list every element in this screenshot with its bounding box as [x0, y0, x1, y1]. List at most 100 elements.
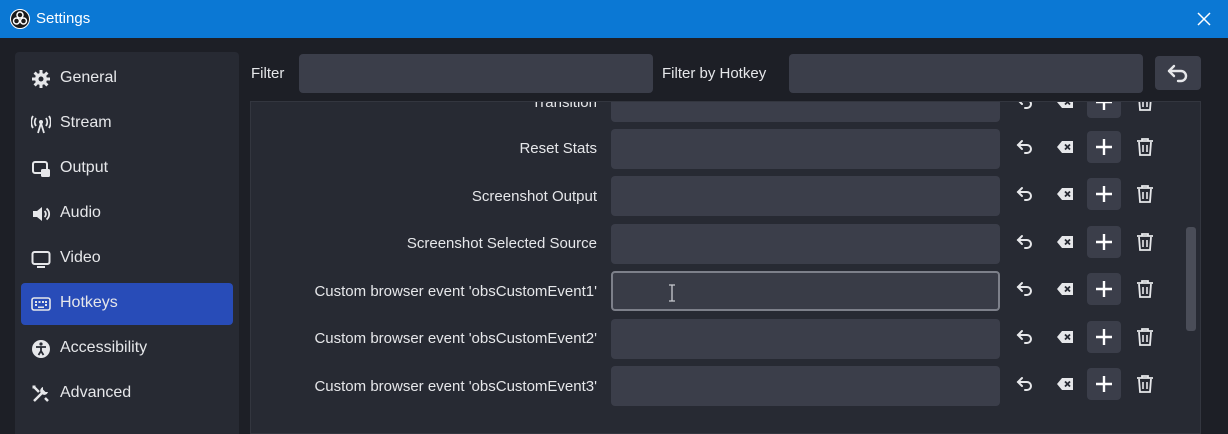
sidebar-item-label: Output: [60, 159, 109, 176]
plus-icon: [1096, 281, 1112, 297]
sidebar-item-label: Audio: [60, 204, 101, 221]
undo-icon: [1016, 235, 1032, 249]
sidebar-item-label: Stream: [60, 114, 112, 131]
plus-icon: [1096, 102, 1112, 110]
trash-icon: [1137, 138, 1153, 156]
revert-button[interactable]: [1008, 102, 1042, 118]
sidebar-item-advanced[interactable]: Advanced: [21, 373, 233, 415]
sidebar-item-stream[interactable]: Stream: [21, 103, 233, 145]
add-button[interactable]: [1087, 102, 1121, 118]
settings-sidebar: General Stream Output Audio Video Hotkey…: [15, 52, 239, 434]
clear-button[interactable]: [1048, 273, 1082, 305]
delete-button[interactable]: [1128, 368, 1162, 400]
antenna-icon: [31, 115, 51, 134]
add-button[interactable]: [1087, 321, 1121, 353]
text-cursor-icon: [669, 284, 675, 302]
filter-by-hotkey-input[interactable]: [789, 54, 1143, 93]
sidebar-item-general[interactable]: General: [21, 58, 233, 100]
sidebar-item-label: Video: [60, 249, 101, 266]
backspace-icon: [1057, 283, 1073, 295]
sidebar-item-label: Accessibility: [60, 339, 148, 356]
clear-button[interactable]: [1048, 131, 1082, 163]
delete-button[interactable]: [1128, 131, 1162, 163]
gear-icon: [32, 70, 50, 88]
backspace-icon: [1057, 102, 1073, 108]
trash-icon: [1137, 375, 1153, 393]
trash-icon: [1137, 185, 1153, 203]
monitor-icon: [31, 251, 51, 268]
filter-input[interactable]: [299, 54, 653, 93]
backspace-icon: [1057, 331, 1073, 343]
trash-icon: [1137, 233, 1153, 251]
obs-logo-icon: [10, 9, 30, 29]
clear-button[interactable]: [1048, 102, 1082, 118]
revert-button[interactable]: [1008, 178, 1042, 210]
hotkey-input[interactable]: [611, 224, 1000, 264]
sidebar-item-accessibility[interactable]: Accessibility: [21, 328, 233, 370]
add-button[interactable]: [1087, 178, 1121, 210]
add-button[interactable]: [1087, 131, 1121, 163]
hotkey-input[interactable]: [611, 129, 1000, 169]
backspace-icon: [1057, 141, 1073, 153]
sidebar-item-audio[interactable]: Audio: [21, 193, 233, 235]
add-button[interactable]: [1087, 368, 1121, 400]
filter-label: Filter: [251, 65, 285, 82]
clear-button[interactable]: [1048, 321, 1082, 353]
sidebar-item-video[interactable]: Video: [21, 238, 233, 280]
output-icon: [32, 161, 50, 177]
reset-filter-button[interactable]: [1155, 56, 1201, 90]
trash-icon: [1137, 280, 1153, 298]
undo-icon: [1016, 282, 1032, 296]
revert-button[interactable]: [1008, 226, 1042, 258]
delete-button[interactable]: [1128, 178, 1162, 210]
plus-icon: [1096, 329, 1112, 345]
hotkey-input[interactable]: [611, 176, 1000, 216]
trash-icon: [1137, 328, 1153, 346]
sidebar-item-label: Advanced: [60, 384, 132, 401]
undo-icon: [1018, 102, 1032, 109]
accessibility-icon: [32, 340, 50, 358]
sidebar-item-label: Hotkeys: [60, 294, 118, 311]
undo-icon: [1016, 330, 1032, 344]
hotkeys-list: Transition Reset Stats Screenshot Output…: [250, 101, 1201, 434]
add-button[interactable]: [1087, 226, 1121, 258]
tools-icon: [32, 385, 49, 402]
plus-icon: [1096, 376, 1112, 392]
close-icon[interactable]: [1194, 9, 1214, 29]
hotkey-input[interactable]: [611, 366, 1000, 406]
sidebar-item-output[interactable]: Output: [21, 148, 233, 190]
plus-icon: [1096, 139, 1112, 155]
hotkey-label: Screenshot Selected Source: [406, 235, 597, 252]
scrollbar-thumb[interactable]: [1186, 227, 1196, 331]
filter-by-hotkey-label: Filter by Hotkey: [662, 65, 767, 82]
clear-button[interactable]: [1048, 226, 1082, 258]
delete-button[interactable]: [1128, 226, 1162, 258]
window-title: Settings: [36, 10, 91, 27]
backspace-icon: [1057, 236, 1073, 248]
clear-button[interactable]: [1048, 368, 1082, 400]
delete-button[interactable]: [1128, 102, 1162, 118]
sidebar-item-label: General: [60, 69, 117, 86]
revert-button[interactable]: [1008, 321, 1042, 353]
plus-icon: [1096, 186, 1112, 202]
add-button[interactable]: [1087, 273, 1121, 305]
hotkey-label: Screenshot Output: [471, 188, 597, 205]
hotkey-label: Reset Stats: [519, 140, 597, 157]
revert-button[interactable]: [1008, 131, 1042, 163]
revert-button[interactable]: [1008, 273, 1042, 305]
hotkey-label: Custom browser event 'obsCustomEvent2': [314, 330, 597, 347]
delete-button[interactable]: [1128, 321, 1162, 353]
revert-button[interactable]: [1008, 368, 1042, 400]
undo-icon: [1016, 140, 1032, 154]
backspace-icon: [1057, 188, 1073, 200]
delete-button[interactable]: [1128, 273, 1162, 305]
speaker-icon: [33, 207, 51, 221]
undo-icon: [1016, 377, 1032, 391]
clear-button[interactable]: [1048, 178, 1082, 210]
hotkey-input[interactable]: [611, 319, 1000, 359]
hotkey-input[interactable]: [611, 102, 1000, 122]
backspace-icon: [1057, 378, 1073, 390]
undo-icon: [1016, 187, 1032, 201]
sidebar-item-hotkeys[interactable]: Hotkeys: [21, 283, 233, 325]
hotkey-label: Transition: [531, 101, 597, 111]
